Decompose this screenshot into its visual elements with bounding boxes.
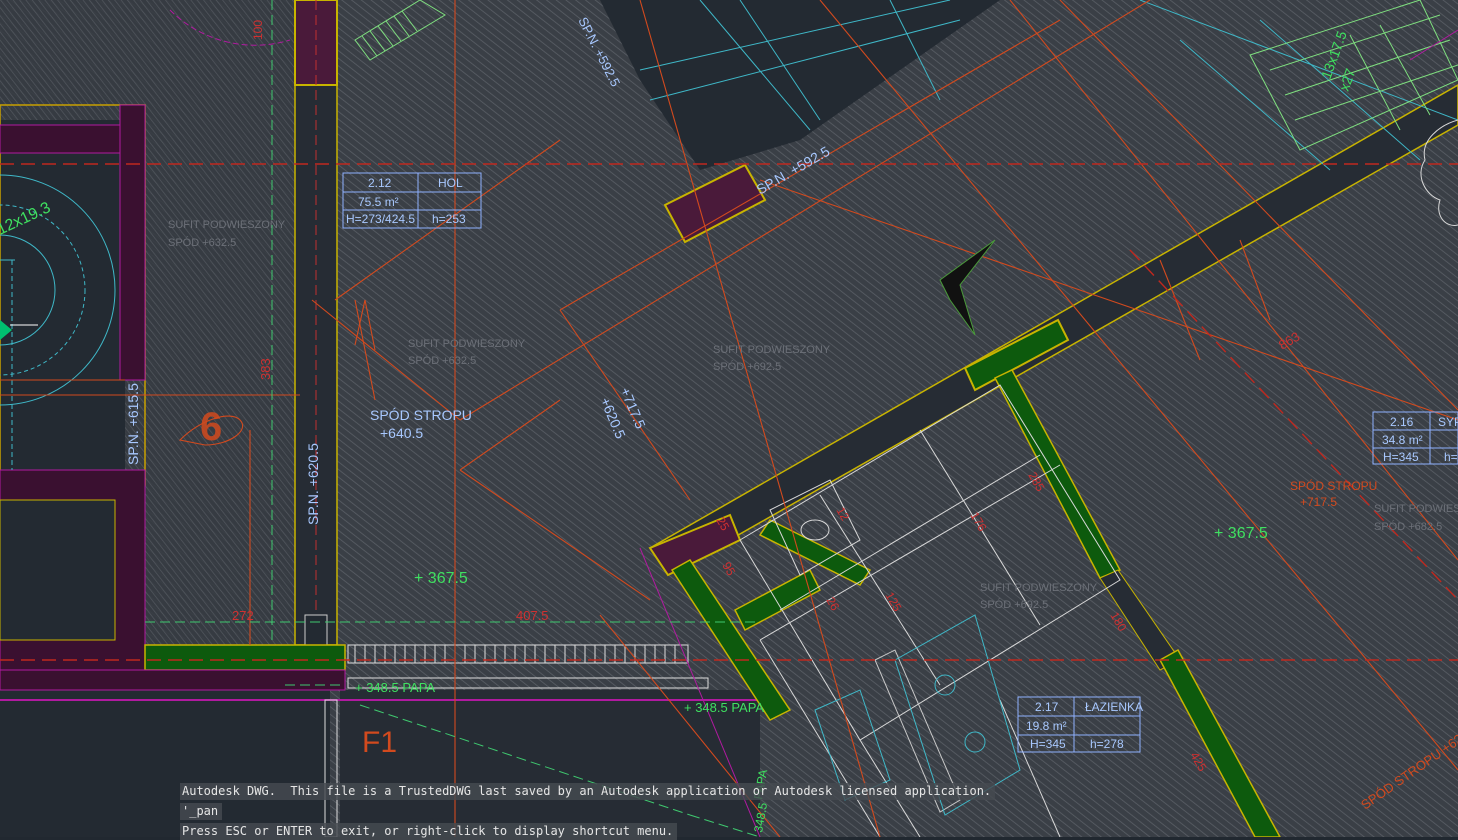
- room-name: SYPI: [1438, 415, 1458, 429]
- room-height: H=345: [1383, 450, 1419, 464]
- fixture-label: F1: [362, 726, 397, 759]
- room-number: 2.16: [1390, 415, 1414, 429]
- room-height: H=345: [1030, 737, 1066, 751]
- slab-value: +640.5: [380, 425, 423, 441]
- room-area: 19.8 m²: [1026, 719, 1067, 733]
- ceiling-label: SUFIT PODWIESZONY: [408, 338, 526, 350]
- slab-label: SPÓD STROPU: [1290, 478, 1377, 493]
- ceiling-label: SPÓD +632.5: [168, 236, 236, 249]
- elevation-label: SP.N. +615.5: [125, 383, 141, 465]
- ceiling-label: SPÓD +692.5: [980, 598, 1048, 611]
- ceiling-label: SUFIT PODWIESZONY: [168, 219, 286, 231]
- room-name: ŁAZIENKA: [1085, 700, 1143, 714]
- ceiling-label: SUFIT PODWIESZONY: [713, 344, 831, 356]
- drawing-canvas[interactable]: 2.12 HOL 75.5 m² H=273/424.5 h=253 2.17 …: [0, 0, 1458, 837]
- level-marker: + 367.5: [414, 570, 468, 587]
- room-number: 2.12: [368, 176, 392, 190]
- slab-value: +717.5: [1300, 495, 1337, 509]
- ceiling-label: SUFIT PODWIESZONY: [980, 582, 1098, 594]
- ceiling-label: SPÓD +632.5: [408, 354, 476, 367]
- room-name: HOL: [438, 176, 463, 190]
- room-area: 34.8 m²: [1382, 433, 1423, 447]
- level-marker: + 367.5: [1214, 525, 1268, 542]
- command-prompt[interactable]: Press ESC or ENTER to exit, or right-cli…: [180, 823, 678, 840]
- room-height2: h=278: [1090, 737, 1124, 751]
- ceiling-label: SPÓD +682.5: [1374, 520, 1442, 533]
- room-height2: h=253: [432, 212, 466, 226]
- level-marker: + 348.5 PAPA: [355, 680, 435, 695]
- elevation-label: SP.N. +620.5: [305, 443, 321, 525]
- room-height: H=273/424.5: [346, 212, 415, 226]
- ceiling-label: SUFIT PODWIESZONY: [1374, 503, 1458, 515]
- vertical-wall: [294, 0, 338, 646]
- command-history-pan: '_pan: [180, 803, 222, 820]
- level-marker: + 348.5 PAPA: [684, 700, 764, 715]
- dimension: 272: [232, 608, 254, 623]
- room-height2: h=: [1444, 450, 1458, 464]
- slab-label: SPÓD STROPU: [370, 407, 472, 423]
- dimension: 407.5: [516, 608, 549, 623]
- room-area: 75.5 m²: [358, 195, 399, 209]
- command-history-line: Autodesk DWG. This file is a TrustedDWG …: [180, 783, 996, 800]
- dimension: 383: [258, 358, 273, 380]
- dimension: 100: [251, 20, 265, 40]
- dimension: 6: [200, 405, 222, 449]
- ceiling-label: SPÓD +692.5: [713, 360, 781, 373]
- room-number: 2.17: [1035, 700, 1059, 714]
